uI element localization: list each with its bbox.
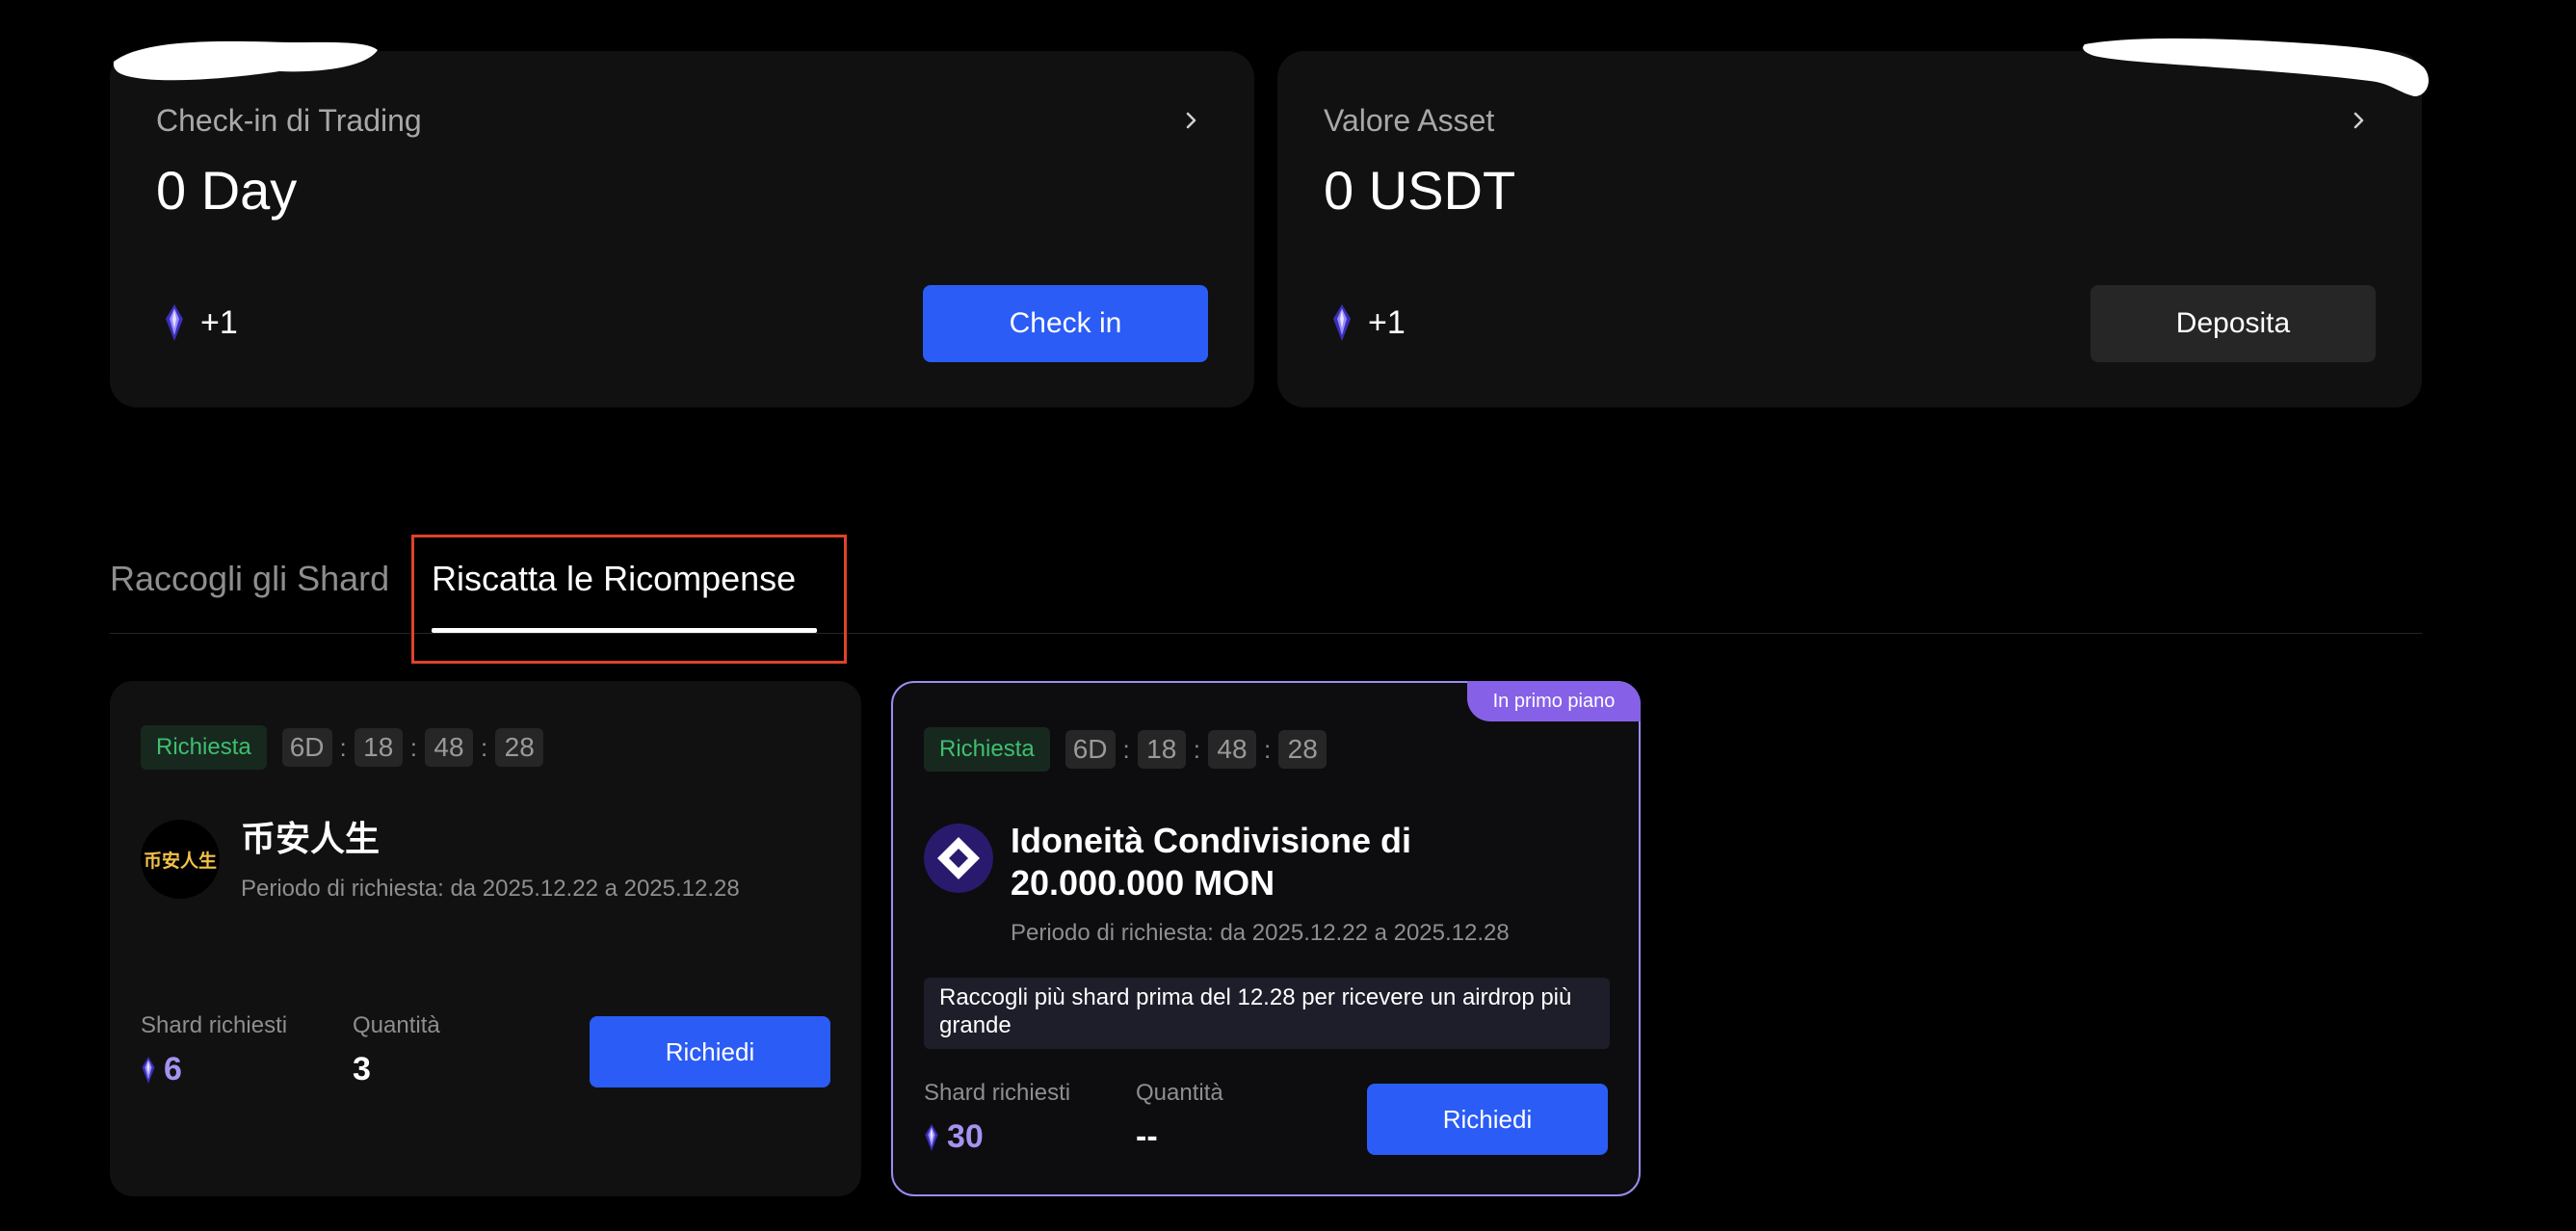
quantity-label: Quantità: [1136, 1080, 1223, 1106]
asset-reward-amount: +1: [1368, 303, 1406, 341]
checkin-card-title: Check-in di Trading: [156, 103, 422, 138]
countdown-hours: 18: [354, 728, 403, 767]
deposit-button[interactable]: Deposita: [2090, 285, 2376, 362]
chevron-right-icon[interactable]: [2349, 107, 2370, 134]
countdown-hours: 18: [1137, 730, 1186, 769]
countdown-seconds: 28: [1278, 730, 1327, 769]
check-in-button[interactable]: Check in: [923, 285, 1208, 362]
project-logo-text: 币安人生: [143, 851, 217, 872]
asset-value: 0 USDT: [1324, 160, 1516, 221]
checkin-reward: +1: [164, 303, 238, 342]
project-title: Idoneità Condivisione di 20.000.000 MON: [1011, 821, 1412, 903]
checkin-reward-amount: +1: [200, 303, 238, 341]
countdown-separator: :: [1193, 734, 1200, 764]
claim-button[interactable]: Richiedi: [1367, 1084, 1608, 1155]
tab-highlight-box: [411, 535, 847, 664]
countdown-seconds: 28: [495, 728, 544, 767]
shards-required-number: 30: [947, 1118, 984, 1155]
shards-required-number: 6: [164, 1051, 182, 1087]
asset-card-title: Valore Asset: [1324, 103, 1495, 138]
reward-card: Richiesta 6D : 18 : 48 : 28 币安人生 币安人生 Pe…: [110, 681, 861, 1196]
redaction-scribble-right: [2083, 38, 2429, 96]
shard-icon: [142, 1056, 155, 1084]
quantity-value: 3: [353, 1051, 371, 1087]
asset-value-card[interactable]: Valore Asset 0 USDT +1 Deposita: [1277, 51, 2422, 407]
airdrop-note: Raccogli più shard prima del 12.28 per r…: [924, 978, 1610, 1049]
countdown-separator: :: [1263, 734, 1272, 764]
rewards-page: Check-in di Trading 0 Day +1 Check in Va…: [0, 0, 2576, 1231]
claim-period: Periodo di richiesta: da 2025.12.22 a 20…: [1011, 920, 1510, 946]
countdown-separator: :: [480, 732, 488, 762]
featured-badge: In primo piano: [1467, 681, 1641, 721]
countdown-minutes: 48: [1207, 730, 1256, 769]
countdown-minutes: 48: [424, 728, 473, 767]
claim-button[interactable]: Richiedi: [590, 1016, 830, 1087]
tab-collect-shards[interactable]: Raccogli gli Shard: [110, 559, 389, 599]
countdown-days: 6D: [1065, 730, 1116, 769]
countdown-separator: :: [409, 732, 417, 762]
countdown-separator: :: [339, 732, 347, 762]
countdown-days: 6D: [281, 728, 332, 767]
quantity-value: --: [1136, 1118, 1158, 1155]
claim-period: Periodo di richiesta: da 2025.12.22 a 20…: [241, 876, 740, 902]
project-logo: 币安人生: [141, 820, 220, 899]
redaction-scribble-left: [113, 40, 378, 81]
quantity-label: Quantità: [353, 1012, 440, 1038]
checkin-days-value: 0 Day: [156, 160, 298, 221]
mon-logo-icon: [924, 824, 993, 893]
status-row: Richiesta 6D : 18 : 48 : 28: [141, 725, 544, 770]
shards-required-value: 30: [924, 1118, 984, 1156]
shards-required-label: Shard richiesti: [924, 1080, 1071, 1106]
status-badge: Richiesta: [141, 725, 267, 770]
featured-reward-card: In primo piano Richiesta 6D : 18 : 48 : …: [891, 681, 1641, 1196]
status-badge: Richiesta: [924, 727, 1050, 772]
status-row: Richiesta 6D : 18 : 48 : 28: [924, 727, 1327, 772]
chevron-right-icon[interactable]: [1181, 107, 1202, 134]
shards-required-value: 6: [141, 1051, 182, 1088]
shard-icon: [925, 1123, 938, 1151]
shards-required-label: Shard richiesti: [141, 1012, 288, 1038]
project-title: 币安人生: [241, 819, 381, 858]
shard-icon: [1333, 304, 1351, 341]
shard-icon: [166, 304, 183, 341]
asset-reward: +1: [1331, 303, 1406, 342]
trading-checkin-card[interactable]: Check-in di Trading 0 Day +1 Check in: [110, 51, 1254, 407]
countdown-separator: :: [1122, 734, 1130, 764]
